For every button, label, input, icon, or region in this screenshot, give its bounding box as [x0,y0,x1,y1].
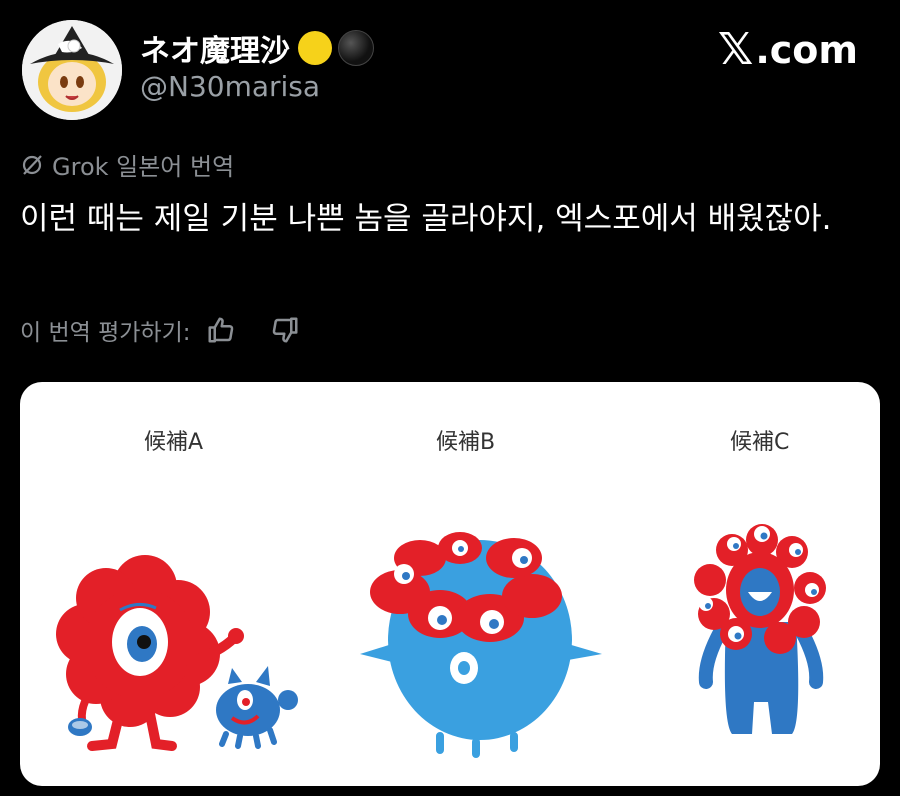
thumbs-down-button[interactable] [265,312,305,348]
grok-label-text: Grok 일본어 번역 [52,153,235,181]
black-dot-icon [338,30,374,66]
brand-domain: .com [755,27,858,72]
mascot-a-companion [216,666,298,749]
rate-translation: 이 번역 평가하기: [20,312,305,348]
tweet-text: 이런 때는 제일 기분 나쁜 놈을 골라야지, 엑스포에서 배웠잖아. [20,201,832,237]
x-com-brand: 𝕏 .com [718,24,858,75]
mascot-b [360,532,602,758]
grok-translation-label: Grok 일본어 번역 [20,147,234,182]
avatar-image [22,20,122,120]
tweet-media-image[interactable]: 候補A 候補B 候補C [20,382,880,786]
mascot-a [56,555,244,751]
mascot-c [694,524,826,734]
avatar[interactable] [22,20,122,120]
thumbs-up-icon [208,317,233,343]
yellow-dot-icon [298,31,332,65]
author-name-row[interactable]: ネオ魔理沙 [140,26,374,70]
rate-prompt: 이 번역 평가하기: [20,320,191,346]
mascot-candidates-illustration [56,524,826,758]
x-logo-icon: 𝕏 [717,24,754,75]
thumbs-down-icon [272,317,297,343]
thumbs-up-button[interactable] [201,312,241,348]
grok-icon [22,154,42,175]
author-handle[interactable]: @N30marisa [140,70,320,103]
display-name[interactable]: ネオ魔理沙 [140,26,290,70]
